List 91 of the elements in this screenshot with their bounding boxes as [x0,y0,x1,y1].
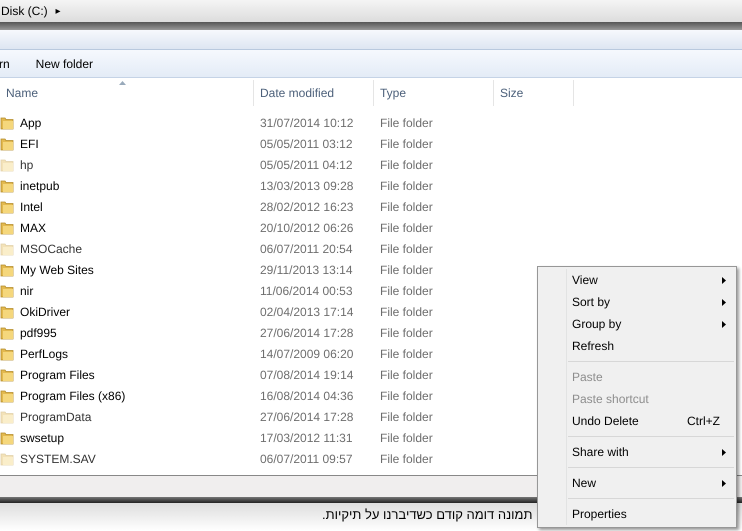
file-name[interactable]: MAX [20,218,46,236]
type-cell-text: File folder [379,262,434,278]
folder-icon [0,200,14,214]
type-cell-text: File folder [379,220,434,236]
date-cell-text: 27/06/2014 17:28 [259,324,354,342]
file-name[interactable]: OkiDriver [20,302,70,320]
type-cell-text: File folder [379,450,434,468]
type-cell-text: File folder [379,136,434,152]
date-cell-text: 17/03/2012 11:31 [259,430,354,446]
file-name[interactable]: swsetup [20,428,64,446]
folder-icon [0,136,14,150]
folder-icon [0,116,14,130]
date-cell-text: 06/07/2011 09:57 [259,450,354,468]
date-cell-text: 05/05/2011 03:12 [259,136,354,152]
breadcrumb-arrow[interactable]: ▸ [56,4,61,18]
menu-item[interactable]: Properties [538,503,736,525]
menu-item[interactable]: Share with [538,441,736,463]
file-name[interactable]: Program Files (x86) [20,386,126,404]
folder-icon [0,410,14,424]
type-cell-text: File folder [379,408,434,426]
date-cell-text: 27/06/2014 17:28 [259,408,354,426]
type-cell-text: File folder [379,114,434,132]
folder-icon [0,452,14,466]
menu-item[interactable]: View [538,269,736,291]
file-name[interactable]: App [20,114,42,132]
date-cell-text: 14/07/2009 06:20 [259,346,354,362]
menu-item[interactable]: Group by [538,313,736,335]
date-cell-text: 31/07/2014 10:12 [259,114,354,132]
type-cell-text: File folder [379,282,434,300]
file-name[interactable]: PerfLogs [20,344,68,362]
menu-item[interactable]: Sort by [538,291,736,313]
folder-icon [0,346,14,360]
date-cell-text: 16/08/2014 04:36 [259,388,354,404]
folder-icon [0,158,14,172]
folder-icon [0,368,14,382]
date-cell-text: 06/07/2011 20:54 [259,240,354,258]
file-name[interactable]: MSOCache [20,240,82,258]
date-cell-text: 02/04/2013 17:14 [259,304,354,320]
type-cell-text: File folder [379,178,434,194]
file-name[interactable]: EFI [20,134,39,152]
column-header[interactable]: Name [0,80,254,106]
folder-icon [0,304,14,318]
date-cell-text: 05/05/2011 04:12 [259,156,354,174]
folder-icon [0,178,14,192]
file-name[interactable]: nir [20,282,34,300]
toolbar-button[interactable]: New folder [36,54,94,72]
date-cell-text: 28/02/2012 16:23 [259,198,354,216]
file-name[interactable]: inetpub [20,176,60,194]
type-cell-text: File folder [379,388,434,404]
toolbar-button[interactable]: rn [0,54,10,72]
date-cell-text: 13/03/2013 09:28 [259,178,354,194]
type-cell-text: File folder [379,240,434,258]
file-name[interactable]: hp [20,156,34,174]
date-cell-text: 20/10/2012 06:26 [259,220,354,236]
date-cell-text: 29/11/2013 13:14 [259,262,354,278]
submenu-arrow-icon [722,276,726,284]
folder-icon [0,242,14,256]
file-name[interactable]: Intel [20,198,43,216]
submenu-arrow-icon [722,320,726,328]
column-header[interactable]: Size [494,80,574,106]
column-header[interactable]: Date modified [254,80,374,106]
folder-icon [0,220,14,234]
menu-item[interactable]: Refresh [538,335,736,357]
folder-icon [0,262,14,276]
date-cell-text: 11/06/2014 00:53 [259,282,354,300]
type-cell-text: File folder [379,346,434,362]
submenu-arrow-icon [722,448,726,456]
menu-item[interactable]: Undo Delete Ctrl+Z [538,410,736,432]
column-header[interactable]: Type [374,80,494,106]
file-name[interactable]: pdf995 [20,324,57,342]
type-cell-text: File folder [379,156,434,174]
page-text: תמונה דומה קודם כשדיברנו על תיקיות. [322,507,532,522]
folder-icon [0,326,14,340]
date-cell-text: 07/08/2014 19:14 [259,366,354,384]
submenu-arrow-icon [722,298,726,306]
type-cell-text: File folder [379,366,434,384]
type-cell-text: File folder [379,324,434,342]
file-name[interactable]: SYSTEM.SAV [20,450,96,468]
type-cell-text: File folder [379,198,434,216]
submenu-arrow-icon [722,480,726,486]
folder-icon [0,430,14,444]
sort-caret-icon [119,81,126,85]
file-name[interactable]: ProgramData [20,408,92,426]
file-name[interactable]: My Web Sites [20,260,94,278]
folder-icon [0,284,14,298]
folder-icon [0,388,14,402]
type-cell-text: File folder [379,430,434,446]
type-cell-text: File folder [379,304,434,320]
breadcrumb-item[interactable]: Disk (C:) [1,2,48,20]
menu-item[interactable]: New [538,472,736,494]
file-name[interactable]: Program Files [20,366,95,384]
